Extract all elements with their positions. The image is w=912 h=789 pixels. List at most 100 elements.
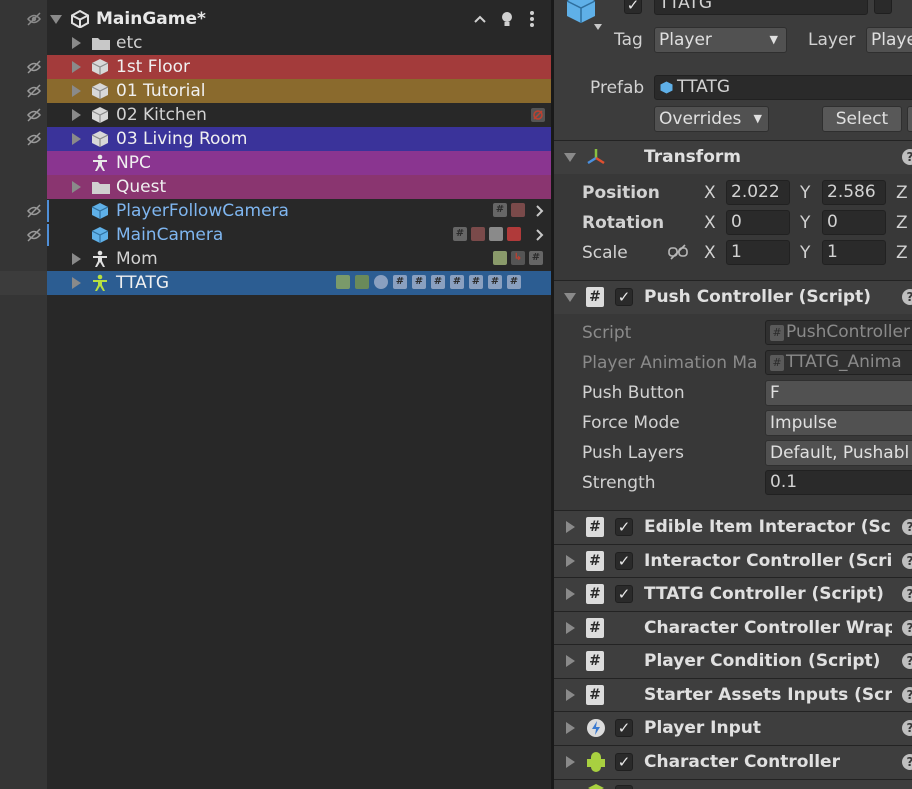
expand-arrow-icon[interactable] [72,109,81,121]
scale-x-field[interactable]: 1 [726,240,790,265]
expand-arrow-icon[interactable] [72,61,81,73]
component-enabled-checkbox[interactable]: ✓ [615,518,633,536]
scene-visibility-icon[interactable] [26,11,42,27]
hierarchy-item-02-kitchen[interactable]: 02 Kitchen [0,103,551,127]
hierarchy-item-quest[interactable]: Quest [0,175,551,199]
gear-icon [507,227,521,241]
hierarchy-item-ttatg[interactable]: TTATG # # # # # # # [0,271,551,295]
component-enabled-checkbox[interactable]: ✓ [615,753,633,771]
object-name-field[interactable]: TTATG [654,0,868,15]
tag-dropdown[interactable]: Player ▼ [654,27,787,53]
hidden-eye-icon[interactable] [26,107,42,123]
lightbulb-icon[interactable] [500,11,514,27]
hierarchy-item-01-tutorial[interactable]: 01 Tutorial [0,79,551,103]
collapse-chevron-icon[interactable] [473,14,487,24]
push-button-label: Push Button [582,383,685,403]
static-checkbox[interactable] [874,0,892,14]
help-icon[interactable]: ? [902,620,912,636]
expand-arrow-icon[interactable] [72,277,81,289]
cube-icon [91,59,109,75]
hidden-eye-icon[interactable] [26,227,42,243]
expand-arrow-icon[interactable] [566,588,575,600]
hierarchy-item-npc[interactable]: NPC [0,151,551,175]
help-icon[interactable]: ? [902,720,912,736]
help-icon[interactable]: ? [902,754,912,770]
scale-y-field[interactable]: 1 [822,240,886,265]
push-controller-enabled-checkbox[interactable]: ✓ [615,288,633,306]
component-title: Player Condition (Script) [644,651,881,671]
expand-arrow-icon[interactable] [566,555,575,567]
script-icon: # [529,251,543,265]
camera-icon [471,227,485,241]
push-button-dropdown[interactable]: F [765,380,912,406]
layer-dropdown[interactable]: Playe [866,27,912,53]
overrides-dropdown[interactable]: Overrides ▼ [654,106,769,132]
help-icon[interactable]: ? [902,653,912,669]
prefab-asset-field[interactable]: TTATG [654,75,912,100]
hidden-eye-icon[interactable] [26,203,42,219]
expand-arrow-icon[interactable] [566,722,575,734]
expand-arrow-icon[interactable] [564,293,576,302]
help-icon[interactable]: ? [902,586,912,602]
script-label: Script [582,323,632,343]
expand-arrow-icon[interactable] [72,133,81,145]
icon-dropdown-icon[interactable] [594,24,602,30]
component-enabled-checkbox[interactable]: ✓ [615,719,633,737]
strength-field[interactable]: 0.1 [765,470,912,495]
position-x-field[interactable]: 2.022 [726,180,790,205]
component-partially-visible[interactable] [554,780,912,789]
hierarchy-item-1st-floor[interactable]: 1st Floor [0,55,551,79]
active-checkbox[interactable]: ✓ [624,0,642,14]
help-icon[interactable]: ? [902,519,912,535]
expand-arrow-icon[interactable] [566,655,575,667]
expand-arrow-icon[interactable] [72,253,81,265]
more-options-icon[interactable] [528,10,536,28]
prefab-cube-icon [91,227,109,243]
mesh-icon [493,251,507,265]
rotation-x-field[interactable]: 0 [726,210,790,235]
expand-arrow-icon[interactable] [72,85,81,97]
unity-editor: MainGame* etc 1st Floor 01 Tutorial 02 K… [0,0,912,789]
collider-icon [588,784,604,789]
expand-arrow-icon[interactable] [566,689,575,701]
help-icon[interactable]: ? [902,289,912,305]
transform-icon [587,149,605,165]
hierarchy-item-mom[interactable]: Mom ↳ # [0,247,551,271]
push-layers-dropdown[interactable]: Default, Pushabl [765,440,912,466]
component-enabled-checkbox[interactable]: ✓ [615,552,633,570]
expand-arrow-icon[interactable] [566,521,575,533]
hierarchy-item-03-living-room[interactable]: 03 Living Room [0,127,551,151]
layer-label: Layer [808,30,856,50]
help-icon[interactable]: ? [902,553,912,569]
position-y-field[interactable]: 2.586 [822,180,886,205]
chevron-right-icon[interactable] [536,205,544,217]
expand-arrow-icon[interactable] [566,756,575,768]
chevron-right-icon[interactable] [536,229,544,241]
item-label: 1st Floor [116,57,191,77]
expand-arrow-icon[interactable] [564,153,576,162]
cube-icon [91,107,109,123]
select-button[interactable]: Select [822,106,902,132]
hierarchy-item-etc[interactable]: etc [0,31,551,55]
unlink-icon[interactable] [668,244,688,260]
hierarchy-item-maincamera[interactable]: MainCamera # [0,223,551,247]
script-icon: # [469,275,483,289]
hierarchy-item-playerfollowcamera[interactable]: PlayerFollowCamera # [0,199,551,223]
hidden-eye-icon[interactable] [26,131,42,147]
hidden-eye-icon[interactable] [26,59,42,75]
hidden-eye-icon[interactable] [26,83,42,99]
player-input-icon [587,719,605,737]
player-animation-manager-field: # TTATG_Anima [765,350,912,375]
help-icon[interactable]: ? [902,149,912,165]
expand-arrow-icon[interactable] [72,37,81,49]
expand-arrow-icon[interactable] [566,622,575,634]
scene-row[interactable]: MainGame* [0,7,551,31]
player-input-icon [374,275,388,289]
help-icon[interactable]: ? [902,687,912,703]
item-label: Mom [116,249,158,269]
expand-arrow-icon[interactable] [72,181,81,193]
component-enabled-checkbox[interactable]: ✓ [615,585,633,603]
force-mode-dropdown[interactable]: Impulse [765,410,912,436]
rotation-y-field[interactable]: 0 [822,210,886,235]
scene-expand-arrow-icon[interactable] [50,15,62,24]
